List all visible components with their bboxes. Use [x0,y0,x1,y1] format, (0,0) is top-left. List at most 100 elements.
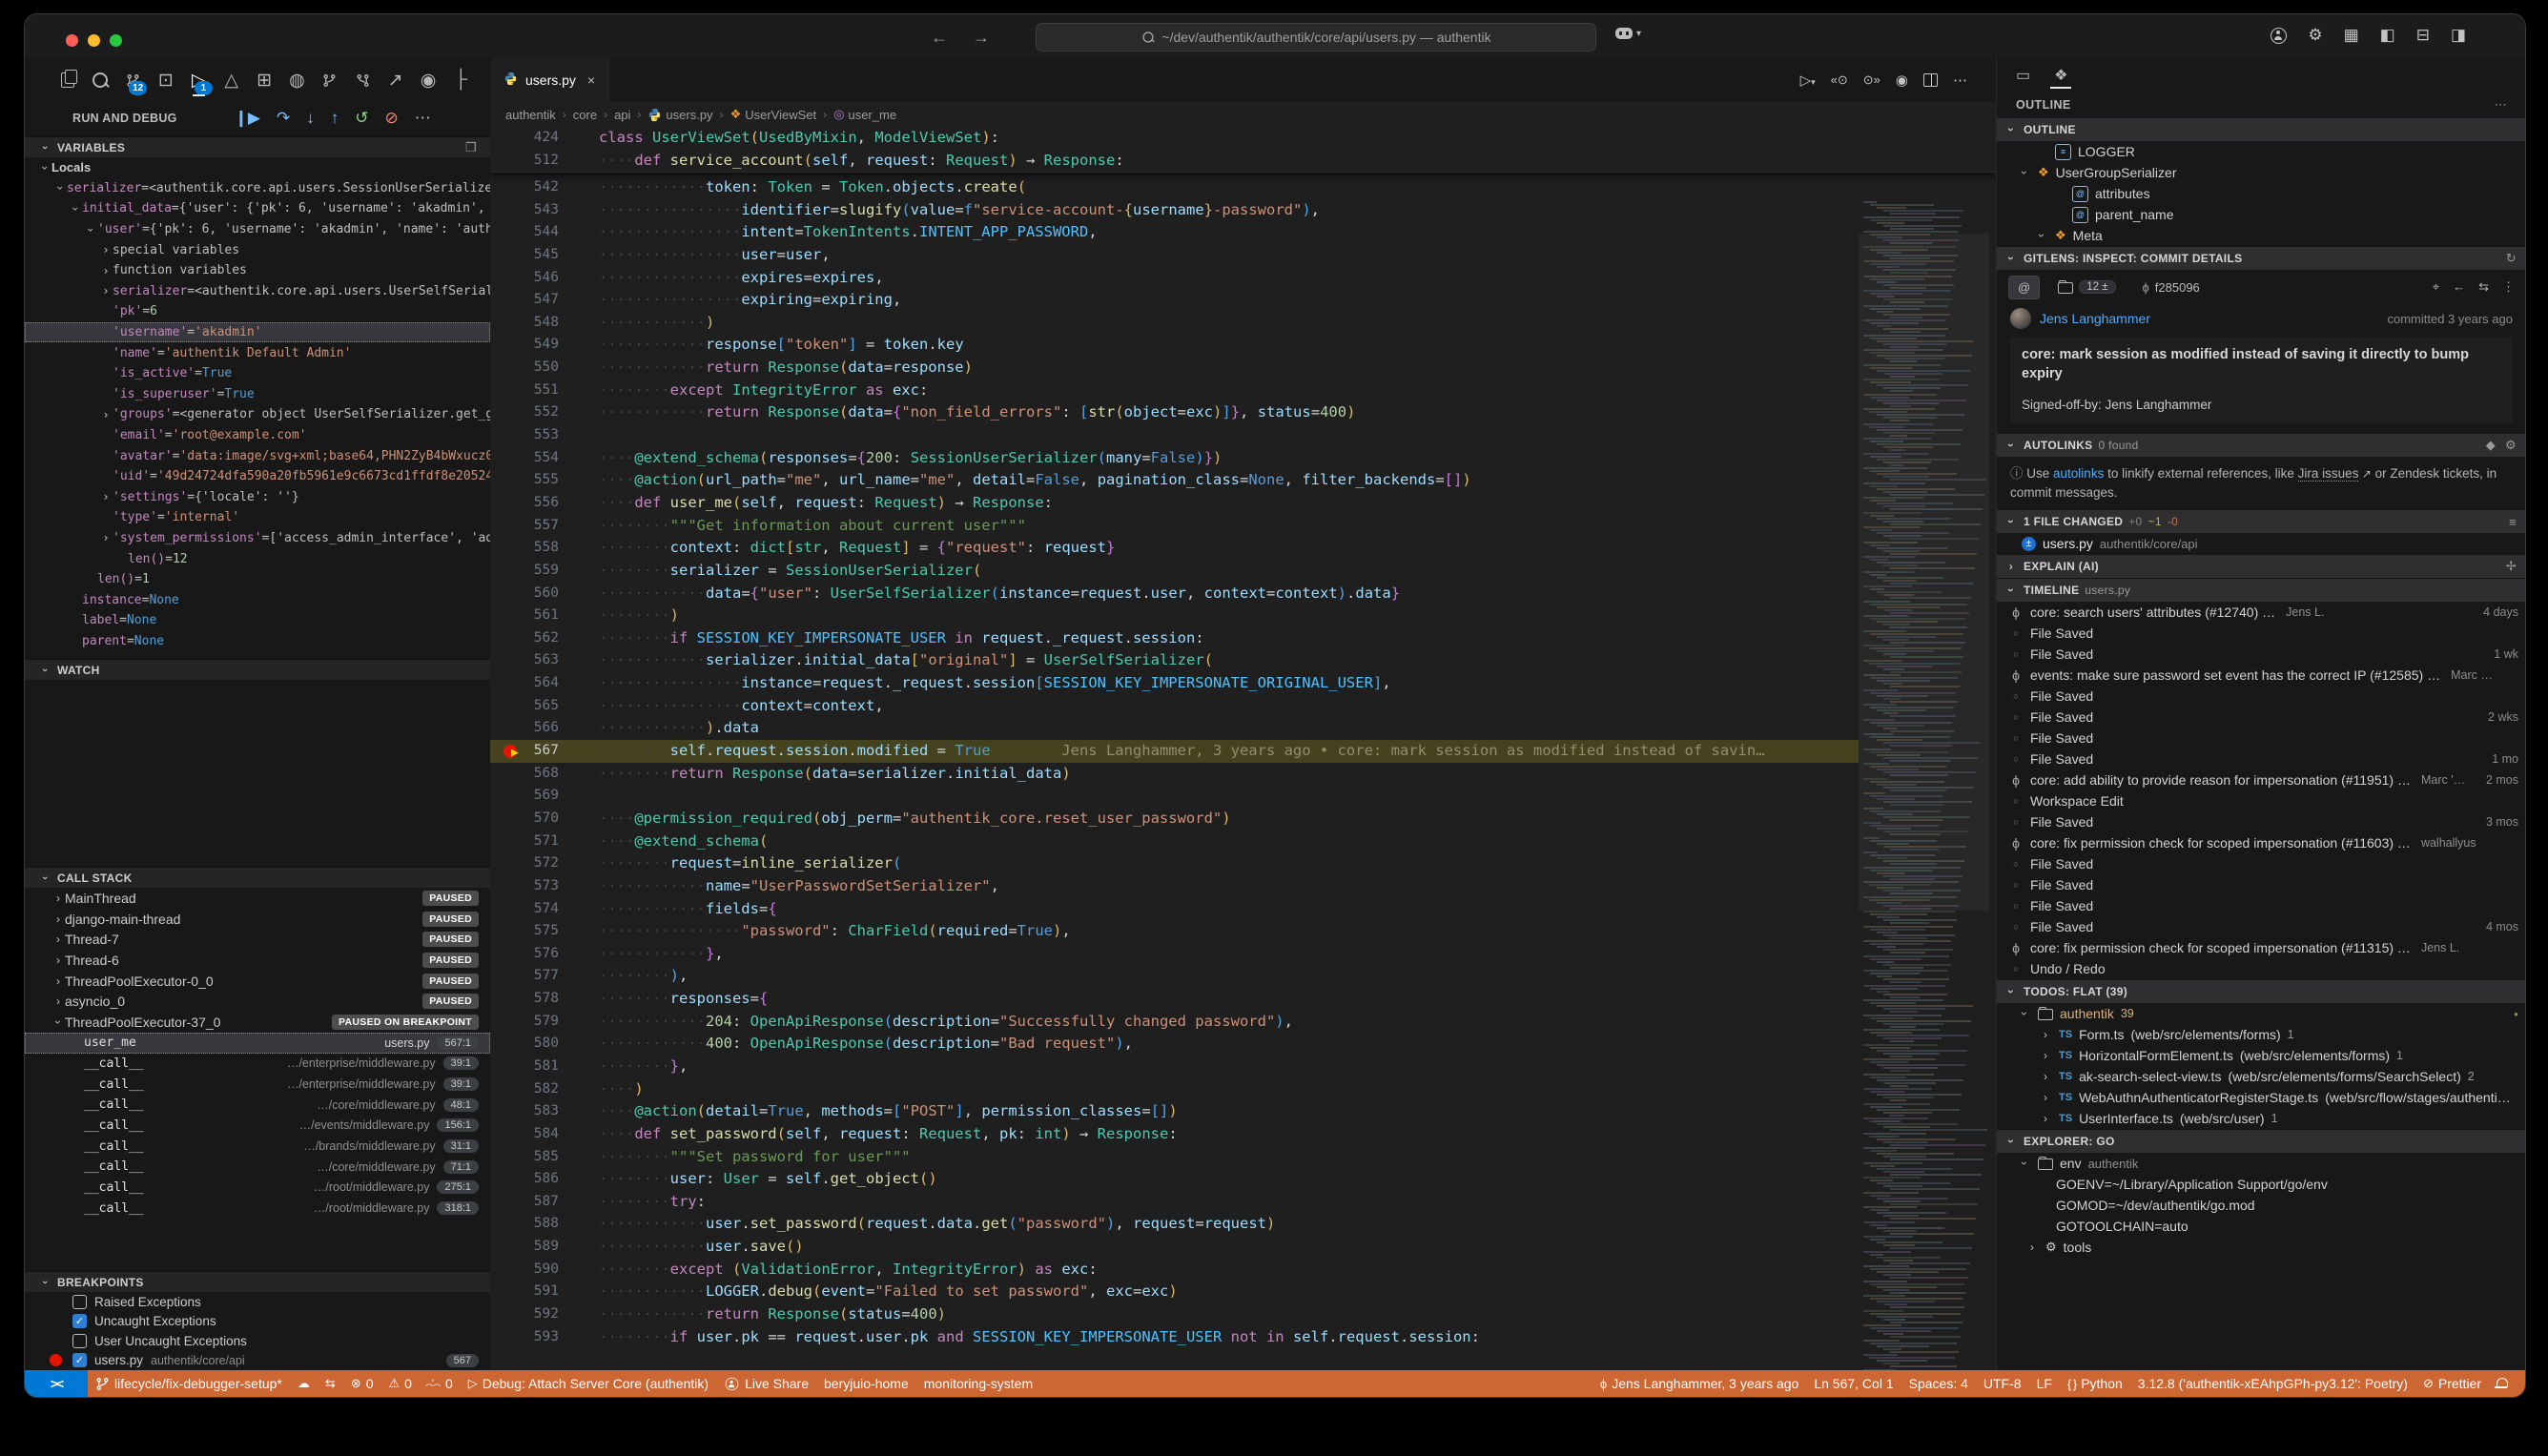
code-line[interactable]: 547················expiring=expiring, [490,289,1859,312]
breakpoints-section-header[interactable]: ›BREAKPOINTS [25,1271,490,1292]
variable-row[interactable]: 'is_active' = True [25,363,490,384]
code-line[interactable]: 570····@permission_required(obj_perm="au… [490,808,1859,831]
maximize-window-button[interactable] [110,34,122,47]
todo-file-row[interactable]: ›TSWebAuthnAuthenticatorRegisterStage.ts… [1997,1087,2526,1108]
explain-action-icon[interactable]: ✢ [2506,559,2517,574]
account-icon[interactable] [2271,28,2287,44]
code-line[interactable]: 587········try: [490,1191,1859,1214]
code-line[interactable]: 559········serializer = SessionUserSeria… [490,560,1859,583]
compare-icon[interactable]: ⇆ [2478,279,2489,295]
code-line[interactable]: 563············serializer.initial_data["… [490,649,1859,672]
status-monitoring-system[interactable]: monitoring-system [916,1376,1040,1391]
timeline-item[interactable]: ○Workspace Edit [1997,790,2526,811]
stack-frame-row[interactable]: __call__…/core/middleware.py48:1 [25,1095,490,1116]
status-bell[interactable] [2489,1380,2516,1387]
gitlens-search-tab[interactable]: @ [2008,276,2040,299]
back-icon[interactable]: ← [2453,279,2465,295]
run-python-file-button[interactable]: ▷▾ [1800,72,1816,89]
autolink-icon[interactable]: ◆ [2486,438,2496,453]
code-line[interactable]: 590········except (ValidationError, Inte… [490,1259,1859,1282]
callstack-section-header[interactable]: ›CALL STACK [25,867,490,888]
callstack-thread-row[interactable]: ›ThreadPoolExecutor-0_0PAUSED [25,971,490,992]
variable-row[interactable]: ›'user' = {'pk': 6, 'username': 'akadmin… [25,219,490,240]
breakpoint-row[interactable]: ✓users.pyauthentik/core/api567 [25,1351,490,1371]
minimap[interactable] [1859,195,1989,1370]
go-env-folder-row[interactable]: ›envauthentik [1997,1153,2526,1174]
close-tab-icon[interactable]: × [587,72,595,88]
code-line[interactable]: 585········"""Set password for user""" [490,1146,1859,1169]
outline-tab-icon[interactable]: ❖ [2054,58,2067,92]
callstack-thread-row[interactable]: ›asyncio_0PAUSED [25,991,490,1012]
breakpoint-row[interactable]: Raised Exceptions [25,1292,490,1312]
code-line[interactable]: 588············user.set_password(request… [490,1213,1859,1236]
files-changed-section-header[interactable]: ›1 FILE CHANGED +0 ~1 -0 ≡ [1997,509,2526,533]
search-icon[interactable] [92,66,108,94]
variable-row[interactable]: ›serializer = <authentik.core.api.users.… [25,281,490,302]
status-lf[interactable]: LF [2029,1376,2060,1391]
debug-step-out-icon[interactable]: ↑ [331,109,339,128]
variable-row[interactable]: 'pk' = 6 [25,301,490,322]
command-center-search[interactable]: ~/dev/authentik/authentik/core/api/users… [1036,23,1596,51]
code-line[interactable]: 577········), [490,965,1859,988]
history-back-icon[interactable]: ← [931,28,948,48]
timeline-item[interactable]: ϕcore: fix permission check for scoped i… [1997,937,2526,958]
debug-continue-icon[interactable]: ❙▶ [235,109,260,128]
variable-row[interactable]: 'is_superuser' = True [25,384,490,405]
code-line[interactable]: 424class UserViewSet(UsedByMixin, ModelV… [490,127,1996,150]
code-line[interactable]: 584····def set_password(self, request: R… [490,1123,1859,1146]
breadcrumb-item[interactable]: ◎user_me [833,107,896,122]
debug-restart-icon[interactable]: ↺ [355,109,368,128]
stack-frame-row[interactable]: __call__…/core/middleware.py71:1 [25,1157,490,1178]
code-line[interactable]: 573············name="UserPasswordSetSeri… [490,875,1859,898]
variable-row[interactable]: parent = None [25,631,490,652]
go-env-var-row[interactable]: GOMOD=~/dev/authentik/go.mod [1997,1195,2526,1216]
remote-explorer-icon[interactable]: ⊡ [157,66,174,94]
toggle-bottom-panel-icon[interactable]: ⊟ [2416,26,2430,45]
variable-row[interactable]: ›function variables [25,260,490,281]
pin-icon[interactable]: ⌖ [2433,279,2439,295]
timeline-item[interactable]: ϕevents: make sure password set event ha… [1997,665,2526,686]
autolinks-link[interactable]: autolinks [2053,466,2104,481]
code-line[interactable]: 562········if SESSION_KEY_IMPERSONATE_US… [490,627,1859,650]
refresh-icon[interactable]: ↻ [2506,251,2517,266]
breakpoint-checkbox[interactable] [72,1334,87,1348]
code-line[interactable]: 558········context: dict[str, Request] =… [490,537,1859,560]
go-env-var-row[interactable]: GOTOOLCHAIN=auto [1997,1216,2526,1237]
status-0[interactable]: ⊗0 [343,1376,381,1391]
code-line[interactable]: 572········request=inline_serializer( [490,852,1859,875]
code-line[interactable]: 589············user.save() [490,1236,1859,1259]
callstack-thread-row[interactable]: ›MainThreadPAUSED [25,888,490,909]
timeline-item[interactable]: ○File Saved1 mo [1997,749,2526,769]
code-viewport[interactable]: 542············token: Token = Token.obje… [490,127,1996,1370]
status-jens-langhammer-3-years-ago[interactable]: ϕJens Langhammer, 3 years ago [1592,1376,1806,1391]
close-window-button[interactable] [66,34,78,47]
timeline-item[interactable]: ○File Saved [1997,895,2526,916]
go-tools-row[interactable]: ›⚙tools [1997,1237,2526,1258]
callstack-thread-row[interactable]: ›django-main-threadPAUSED [25,909,490,930]
status-3-12-8-authentik-xeahpgph-py[interactable]: 3.12.8 ('authentik-xEAhpGPh-py3.12': Poe… [2130,1376,2415,1391]
code-line[interactable]: 554····@extend_schema(responses={200: Se… [490,447,1859,470]
outline-item[interactable]: ≡LOGGER [1997,141,2526,162]
timeline-item[interactable]: ○File Saved [1997,853,2526,874]
variable-row[interactable]: 'username' = 'akadmin' [25,322,490,343]
explain-ai-section-header[interactable]: ›EXPLAIN (AI) ✢ [1997,554,2526,578]
variable-row[interactable]: ›'groups' = <generator object UserSelfSe… [25,404,490,425]
code-line[interactable]: 566············).data [490,717,1859,740]
code-line[interactable]: 579············204: OpenApiResponse(desc… [490,1011,1859,1034]
explorer-icon[interactable] [59,66,75,94]
stack-frame-row[interactable]: __call__…/root/middleware.py318:1 [25,1198,490,1219]
breakpoint-checkbox[interactable] [72,1295,87,1309]
commit-author[interactable]: Jens Langhammer [2040,311,2150,326]
outline-item[interactable]: ›❖UserGroupSerializer [1997,162,2526,183]
code-line[interactable]: 576············}, [490,943,1859,966]
autolinks-settings-icon[interactable]: ⚙ [2505,438,2517,453]
todo-folder-row[interactable]: ›authentik39● [1997,1003,2526,1024]
pane-more-icon[interactable]: ⋯ [2495,97,2507,113]
breakpoint-checkbox[interactable]: ✓ [72,1353,87,1367]
timeline-item[interactable]: ○File Saved [1997,623,2526,644]
explorer-go-section-header[interactable]: ›EXPLORER: GO [1997,1129,2526,1153]
debug-step-over-icon[interactable]: ↷ [277,109,290,128]
variable-row[interactable]: ›Locals [25,157,490,178]
code-line[interactable]: 561········) [490,605,1859,627]
gitlens-icon[interactable] [321,66,338,94]
